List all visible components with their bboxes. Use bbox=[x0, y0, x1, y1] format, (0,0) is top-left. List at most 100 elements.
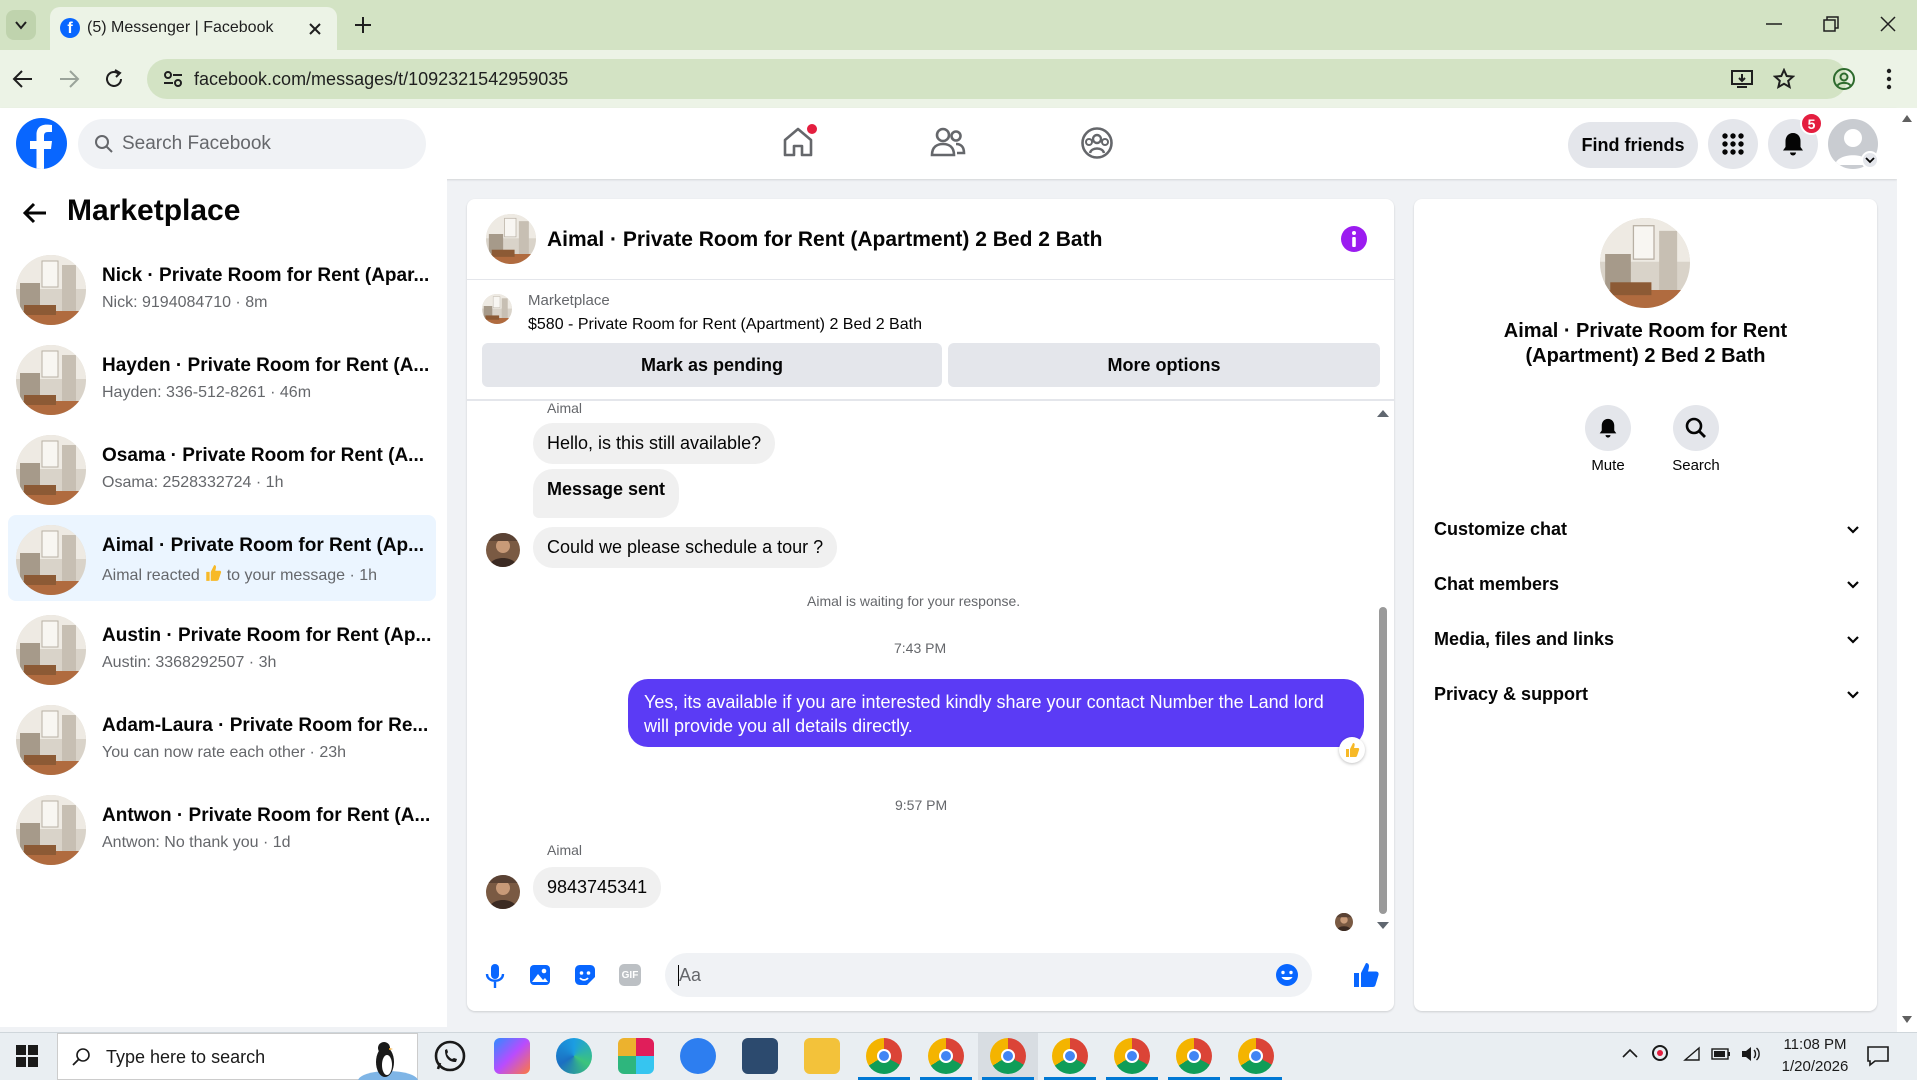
info-section-privacy-support[interactable]: Privacy & support bbox=[1434, 684, 1859, 705]
chrome-app-icon[interactable] bbox=[1114, 1038, 1150, 1074]
tray-app-icon[interactable] bbox=[1651, 1044, 1669, 1062]
incoming-message-bubble[interactable]: Could we please schedule a tour ? bbox=[533, 527, 838, 568]
conversation-item[interactable]: Austin · Private Room for Rent (Ap... Aus… bbox=[8, 605, 436, 691]
volume-icon[interactable] bbox=[1741, 1046, 1761, 1062]
scroll-up-icon[interactable] bbox=[1902, 114, 1912, 122]
minimize-icon[interactable] bbox=[1766, 22, 1782, 26]
sticker-icon[interactable] bbox=[574, 964, 596, 986]
back-icon[interactable] bbox=[12, 69, 34, 89]
browser-menu-icon[interactable] bbox=[1886, 68, 1892, 90]
chrome-app-icon[interactable] bbox=[928, 1038, 964, 1074]
sender-avatar[interactable] bbox=[486, 875, 520, 909]
page-scrollbar[interactable] bbox=[1897, 108, 1917, 1032]
find-friends-button[interactable]: Find friends bbox=[1568, 122, 1698, 168]
notification-center-icon[interactable] bbox=[1866, 1045, 1890, 1067]
address-bar[interactable]: facebook.com/messages/t/1092321542959035 bbox=[147, 59, 1847, 99]
nav-groups-icon[interactable] bbox=[1080, 126, 1114, 160]
chevron-down-icon bbox=[1847, 635, 1859, 644]
message-sent-bubble[interactable]: Message sent bbox=[533, 469, 680, 518]
find-friends-label: Find friends bbox=[1581, 134, 1685, 155]
gif-button[interactable]: GIF bbox=[619, 964, 641, 986]
search-label: Search bbox=[1672, 457, 1720, 474]
windows-start-icon[interactable] bbox=[16, 1045, 38, 1067]
taskbar-search-box[interactable]: Type here to search bbox=[57, 1033, 418, 1080]
reload-icon[interactable] bbox=[103, 68, 125, 90]
new-tab-icon[interactable] bbox=[354, 16, 372, 34]
teams-app-icon[interactable] bbox=[680, 1038, 716, 1074]
listing-title[interactable]: $580 - Private Room for Rent (Apartment)… bbox=[528, 316, 922, 334]
slack-app-icon[interactable] bbox=[618, 1038, 654, 1074]
forward-icon[interactable] bbox=[58, 69, 80, 89]
chat-scrollbar-thumb[interactable] bbox=[1379, 607, 1387, 914]
nav-friends-icon[interactable] bbox=[930, 126, 966, 158]
message-input[interactable]: Aa bbox=[665, 953, 1312, 997]
mute-button[interactable]: Mute bbox=[1576, 405, 1640, 474]
conversation-item[interactable]: Antwon · Private Room for Rent (A... Antw… bbox=[8, 785, 436, 871]
incoming-message-bubble[interactable]: Hello, is this still available? bbox=[533, 423, 776, 464]
divider bbox=[467, 399, 1394, 401]
taskbar-clock[interactable]: 11:08 PM 1/20/2026 bbox=[1770, 1034, 1860, 1078]
whatsapp-app-icon[interactable] bbox=[432, 1038, 468, 1074]
scroll-down-icon[interactable] bbox=[1902, 1016, 1912, 1024]
site-settings-icon[interactable] bbox=[163, 70, 183, 88]
notification-count: 5 bbox=[1807, 115, 1816, 132]
install-app-icon[interactable] bbox=[1731, 69, 1753, 89]
chrome-app-icon[interactable] bbox=[1238, 1038, 1274, 1074]
close-window-icon[interactable] bbox=[1880, 16, 1896, 32]
app-window-icon[interactable] bbox=[742, 1038, 778, 1074]
waiting-status-text: Aimal is waiting for your response. bbox=[807, 593, 1021, 609]
copilot-app-icon[interactable] bbox=[494, 1038, 530, 1074]
info-section-media-files-and-links[interactable]: Media, files and links bbox=[1434, 629, 1859, 650]
back-arrow-icon[interactable] bbox=[22, 202, 48, 224]
sender-avatar[interactable] bbox=[486, 533, 520, 567]
chrome-app-icon[interactable] bbox=[866, 1038, 902, 1074]
conversation-item[interactable]: Osama · Private Room for Rent (A... Osama… bbox=[8, 425, 436, 511]
emoji-icon[interactable] bbox=[1275, 963, 1299, 987]
profile-icon[interactable] bbox=[1832, 67, 1856, 91]
mute-label: Mute bbox=[1591, 457, 1625, 474]
search-button-circle[interactable] bbox=[1673, 405, 1719, 451]
chrome-app-icon[interactable] bbox=[990, 1038, 1026, 1074]
incoming-message-bubble[interactable]: 9843745341 bbox=[533, 867, 662, 908]
chat-avatar[interactable] bbox=[486, 214, 536, 264]
photo-icon[interactable] bbox=[529, 964, 551, 986]
more-options-button[interactable]: More options bbox=[948, 343, 1380, 387]
restore-icon[interactable] bbox=[1823, 16, 1839, 32]
like-icon[interactable] bbox=[1352, 961, 1380, 989]
battery-icon[interactable] bbox=[1711, 1047, 1731, 1061]
info-section-chat-members[interactable]: Chat members bbox=[1434, 574, 1859, 595]
conversation-info-button[interactable] bbox=[1341, 226, 1367, 252]
conversation-avatar bbox=[16, 705, 86, 775]
chrome-app-icon[interactable] bbox=[1176, 1038, 1212, 1074]
close-tab-icon[interactable] bbox=[308, 22, 322, 36]
wifi-icon[interactable] bbox=[1683, 1046, 1703, 1062]
listing-avatar-large[interactable] bbox=[1600, 218, 1690, 308]
info-section-customize-chat[interactable]: Customize chat bbox=[1434, 519, 1859, 540]
account-dropdown[interactable] bbox=[1861, 151, 1879, 169]
mark-as-pending-button[interactable]: Mark as pending bbox=[482, 343, 942, 387]
conversation-item[interactable]: Nick · Private Room for Rent (Apar... Nic… bbox=[8, 245, 436, 331]
show-hidden-icons-icon[interactable] bbox=[1622, 1048, 1638, 1058]
search-in-conversation-button[interactable]: Search bbox=[1664, 405, 1728, 474]
bookmark-star-icon[interactable] bbox=[1773, 68, 1795, 90]
browser-tab-active[interactable]: f (5) Messenger | Facebook bbox=[50, 7, 337, 50]
scroll-down-icon[interactable] bbox=[1377, 922, 1389, 930]
mute-button-circle[interactable] bbox=[1585, 405, 1631, 451]
nav-home[interactable] bbox=[780, 124, 817, 160]
outgoing-message-bubble[interactable]: Yes, its available if you are interested… bbox=[628, 679, 1364, 747]
conversation-item[interactable]: Aimal · Private Room for Rent (Ap... Aima… bbox=[8, 515, 436, 601]
conversation-item[interactable]: Hayden · Private Room for Rent (A... Hayd… bbox=[8, 335, 436, 421]
edge-app-icon[interactable] bbox=[556, 1038, 592, 1074]
listing-thumbnail[interactable] bbox=[482, 294, 512, 324]
reaction-badge[interactable] bbox=[1339, 737, 1365, 763]
file-explorer-icon[interactable] bbox=[804, 1038, 840, 1074]
scroll-up-icon[interactable] bbox=[1377, 409, 1389, 417]
menu-button[interactable] bbox=[1708, 119, 1758, 169]
facebook-search-input[interactable]: Search Facebook bbox=[78, 119, 426, 169]
microphone-icon[interactable] bbox=[485, 963, 505, 989]
chrome-app-icon[interactable] bbox=[1052, 1038, 1088, 1074]
facebook-logo-icon[interactable] bbox=[16, 118, 67, 169]
tab-search-button[interactable] bbox=[6, 10, 36, 40]
conversation-item[interactable]: Adam-Laura · Private Room for Re... You c… bbox=[8, 695, 436, 781]
chat-title[interactable]: Aimal · Private Room for Rent (Apartment… bbox=[547, 228, 1102, 252]
